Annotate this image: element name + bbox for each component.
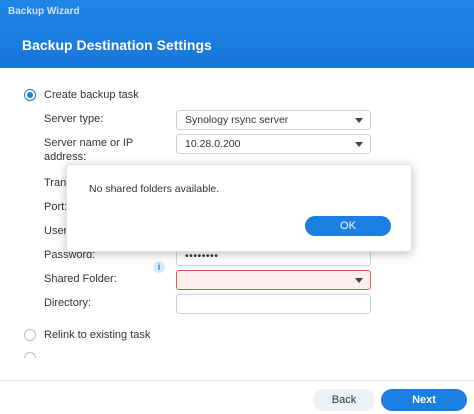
- create-backup-task-label[interactable]: Create backup task: [44, 89, 139, 101]
- back-button[interactable]: Back: [313, 389, 375, 411]
- server-name-label-line1: Server name or IP: [44, 137, 134, 149]
- shared-folder-select[interactable]: [176, 270, 371, 290]
- chevron-down-icon: [355, 118, 363, 123]
- server-type-value: Synology rsync server: [185, 114, 289, 126]
- ok-button[interactable]: OK: [305, 216, 391, 236]
- directory-field[interactable]: [176, 294, 371, 314]
- relink-task-label[interactable]: Relink to existing task: [44, 329, 150, 341]
- next-button[interactable]: Next: [381, 389, 467, 411]
- chevron-down-icon: [355, 278, 363, 283]
- alert-dialog: No shared folders available. OK: [66, 164, 412, 252]
- third-option-radio[interactable]: [24, 352, 36, 358]
- server-type-label: Server type:: [44, 113, 104, 125]
- chevron-down-icon: [355, 142, 363, 147]
- wizard-footer: Back Next: [0, 380, 474, 414]
- create-backup-task-radio[interactable]: [24, 89, 36, 101]
- port-label: Port:: [44, 201, 68, 213]
- server-type-select[interactable]: Synology rsync server: [176, 110, 371, 130]
- page-title: Backup Destination Settings: [22, 37, 212, 53]
- server-name-value: 10.28.0.200: [185, 138, 241, 150]
- dialog-message: No shared folders available.: [89, 183, 220, 195]
- shared-folder-label: Shared Folder:: [44, 273, 117, 285]
- server-name-label-line2: address:: [44, 151, 87, 163]
- window-title: Backup Wizard: [8, 6, 80, 17]
- directory-label: Directory:: [44, 297, 92, 309]
- info-icon[interactable]: i: [153, 261, 165, 273]
- relink-task-radio[interactable]: [24, 329, 36, 341]
- server-name-combobox[interactable]: 10.28.0.200: [176, 134, 371, 154]
- wizard-header: Backup Wizard Backup Destination Setting…: [0, 0, 474, 68]
